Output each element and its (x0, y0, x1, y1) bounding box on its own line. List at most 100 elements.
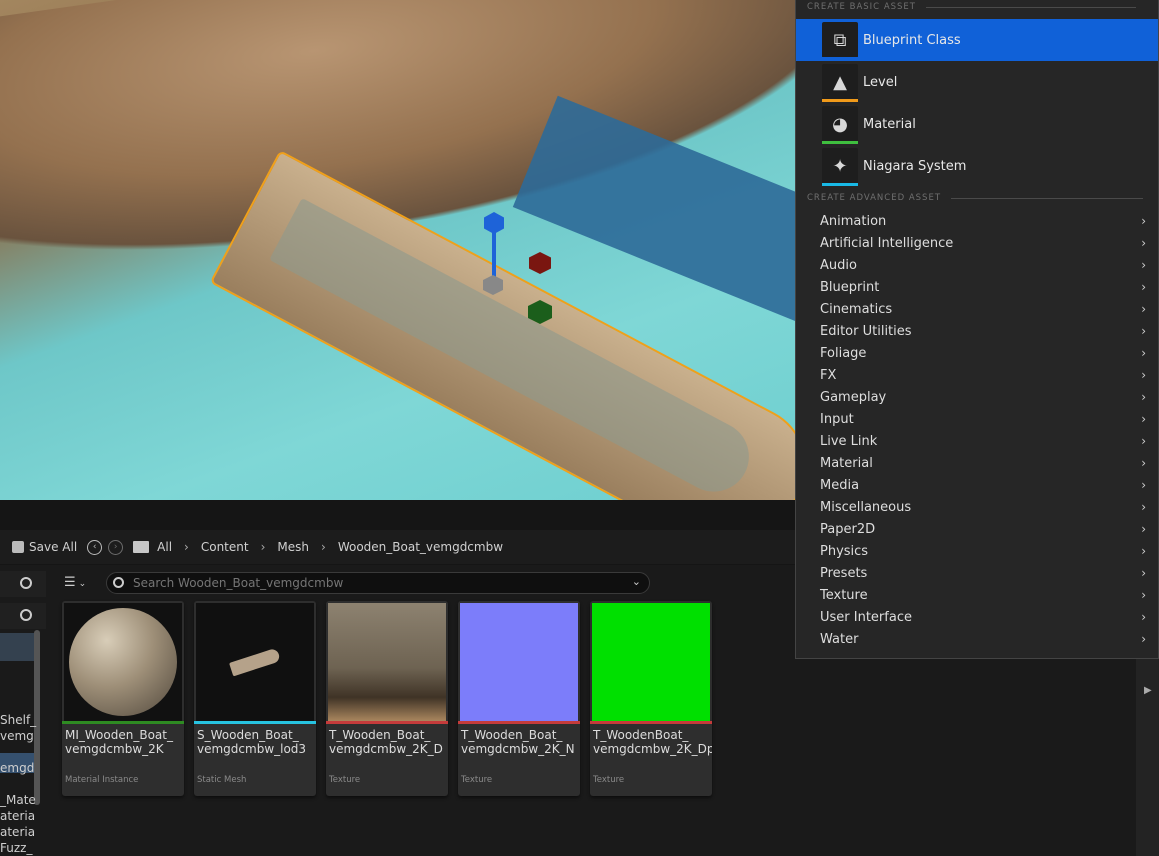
breadcrumb-mesh[interactable]: Mesh (277, 540, 309, 554)
asset-name: T_WoodenBoat_ vemgdcmbw_2K_DpR (593, 728, 712, 756)
menu-item-texture[interactable]: Texture › (796, 584, 1158, 606)
asset-type: Material Instance (65, 775, 139, 785)
tree-item[interactable]: _Mate (0, 793, 36, 807)
asset-tile[interactable]: T_Wooden_Boat_ vemgdcmbw_2K_N Texture (458, 601, 580, 796)
menu-item-user-interface[interactable]: User Interface › (796, 606, 1158, 628)
asset-search-box[interactable]: ⌄ (106, 572, 650, 594)
content-browser-toolbar: Save All ‹ › All › Content › Mesh › Wood… (0, 530, 795, 564)
chevron-right-icon: › (1141, 434, 1146, 448)
chevron-right-icon: › (1141, 390, 1146, 404)
menu-item-physics[interactable]: Physics › (796, 540, 1158, 562)
chevron-down-icon[interactable]: ⌄ (632, 575, 641, 588)
gizmo-x-handle[interactable] (529, 252, 551, 274)
menu-item-label: Blueprint (820, 279, 880, 295)
play-icon: ▶ (1144, 685, 1152, 696)
asset-tile[interactable]: MI_Wooden_Boat_ vemgdcmbw_2K Material Ins… (62, 601, 184, 796)
chevron-right-icon: › (1141, 544, 1146, 558)
search-icon (20, 577, 32, 589)
asset-tile[interactable]: T_Wooden_Boat_ vemgdcmbw_2K_D Texture (326, 601, 448, 796)
menu-item-presets[interactable]: Presets › (796, 562, 1158, 584)
menu-item-niagara-system[interactable]: ✦ Niagara System (796, 145, 1158, 187)
menu-item-artificial-intelligence[interactable]: Artificial Intelligence › (796, 232, 1158, 254)
menu-item-miscellaneous[interactable]: Miscellaneous › (796, 496, 1158, 518)
menu-item-editor-utilities[interactable]: Editor Utilities › (796, 320, 1158, 342)
forward-icon[interactable]: › (108, 539, 124, 555)
chevron-right-icon: › (1141, 346, 1146, 360)
tree-item[interactable]: emgd (0, 761, 34, 775)
menu-item-cinematics[interactable]: Cinematics › (796, 298, 1158, 320)
gizmo-z-handle[interactable] (484, 212, 504, 234)
asset-type: Texture (329, 775, 361, 785)
tree-item[interactable]: Fuzz_ (0, 841, 32, 855)
menu-item-blueprint-class[interactable]: ⧉ Blueprint Class (796, 19, 1158, 61)
menu-item-water[interactable]: Water › (796, 628, 1158, 650)
blueprint-class-icon: ⧉ (822, 22, 858, 60)
chevron-right-icon: › (1141, 324, 1146, 338)
menu-item-fx[interactable]: FX › (796, 364, 1158, 386)
chevron-right-icon[interactable]: › (321, 540, 326, 554)
chevron-right-icon[interactable]: › (184, 540, 189, 554)
menu-item-label: Niagara System (863, 158, 967, 174)
menu-item-paper2d[interactable]: Paper2D › (796, 518, 1158, 540)
asset-search-input[interactable] (133, 575, 613, 591)
chevron-right-icon: › (1141, 566, 1146, 580)
menu-item-live-link[interactable]: Live Link › (796, 430, 1158, 452)
chevron-right-icon: › (1141, 500, 1146, 514)
menu-item-label: Audio (820, 257, 857, 273)
menu-item-label: Presets (820, 565, 868, 581)
menu-item-foliage[interactable]: Foliage › (796, 342, 1158, 364)
menu-item-material[interactable]: Material › (796, 452, 1158, 474)
menu-item-material[interactable]: ◕ Material (796, 103, 1158, 145)
chevron-right-icon: › (1141, 368, 1146, 382)
menu-item-label: FX (820, 367, 837, 383)
menu-item-label: User Interface (820, 609, 912, 625)
menu-item-label: Live Link (820, 433, 878, 449)
chevron-right-icon: › (1141, 522, 1146, 536)
search-icon (113, 577, 124, 588)
collections-search-button[interactable] (0, 603, 46, 629)
menu-item-label: Media (820, 477, 860, 493)
save-all-button[interactable]: Save All (0, 530, 81, 564)
asset-type: Texture (593, 775, 625, 785)
gizmo-z-axis[interactable] (492, 232, 496, 282)
chevron-right-icon: › (1141, 588, 1146, 602)
texture-thumbnail (460, 603, 578, 721)
menu-item-label: Material (820, 455, 873, 471)
add-asset-menu: CREATE BASIC ASSET ⧉ Blueprint Class ▲ Leve… (795, 0, 1159, 659)
asset-tile[interactable]: S_Wooden_Boat_ vemgdcmbw_lod3 Static Mesh (194, 601, 316, 796)
back-icon[interactable]: ‹ (87, 539, 103, 555)
menu-item-label: Level (863, 74, 898, 90)
asset-type: Static Mesh (197, 775, 247, 785)
chevron-right-icon: › (1141, 258, 1146, 272)
menu-item-animation[interactable]: Animation › (796, 210, 1158, 232)
menu-item-level[interactable]: ▲ Level (796, 61, 1158, 103)
menu-item-media[interactable]: Media › (796, 474, 1158, 496)
tree-item[interactable]: ateria (0, 825, 35, 839)
menu-item-label: Artificial Intelligence (820, 235, 954, 251)
texture-thumbnail (592, 603, 710, 721)
tree-item[interactable]: Shelf_ (0, 713, 36, 727)
sources-panel: Shelf_ vemg emgd _Mate ateria ateria Fuz… (0, 565, 46, 856)
menu-item-audio[interactable]: Audio › (796, 254, 1158, 276)
menu-item-gameplay[interactable]: Gameplay › (796, 386, 1158, 408)
chevron-right-icon[interactable]: › (261, 540, 266, 554)
search-icon (20, 609, 32, 621)
menu-item-input[interactable]: Input › (796, 408, 1158, 430)
breadcrumb-content[interactable]: Content (201, 540, 249, 554)
menu-item-label: Paper2D (820, 521, 876, 537)
breadcrumb-all[interactable]: All (157, 540, 172, 554)
sources-search-button[interactable] (0, 571, 46, 597)
menu-item-label: Blueprint Class (863, 32, 961, 48)
breadcrumb-wooden-boat[interactable]: Wooden_Boat_vemgdcmbw (338, 540, 503, 554)
menu-item-label: Miscellaneous (820, 499, 912, 515)
filter-icon: ☰ (64, 575, 76, 590)
menu-item-blueprint[interactable]: Blueprint › (796, 276, 1158, 298)
asset-tile[interactable]: T_WoodenBoat_ vemgdcmbw_2K_DpR Texture (590, 601, 712, 796)
folder-icon[interactable] (133, 541, 150, 553)
chevron-right-icon: › (1141, 280, 1146, 294)
filter-button[interactable]: ☰ ⌄ (64, 575, 98, 591)
chevron-down-icon: ⌄ (78, 579, 87, 589)
tree-item[interactable]: vemg (0, 729, 34, 743)
menu-item-label: Cinematics (820, 301, 893, 317)
tree-item[interactable]: ateria (0, 809, 35, 823)
